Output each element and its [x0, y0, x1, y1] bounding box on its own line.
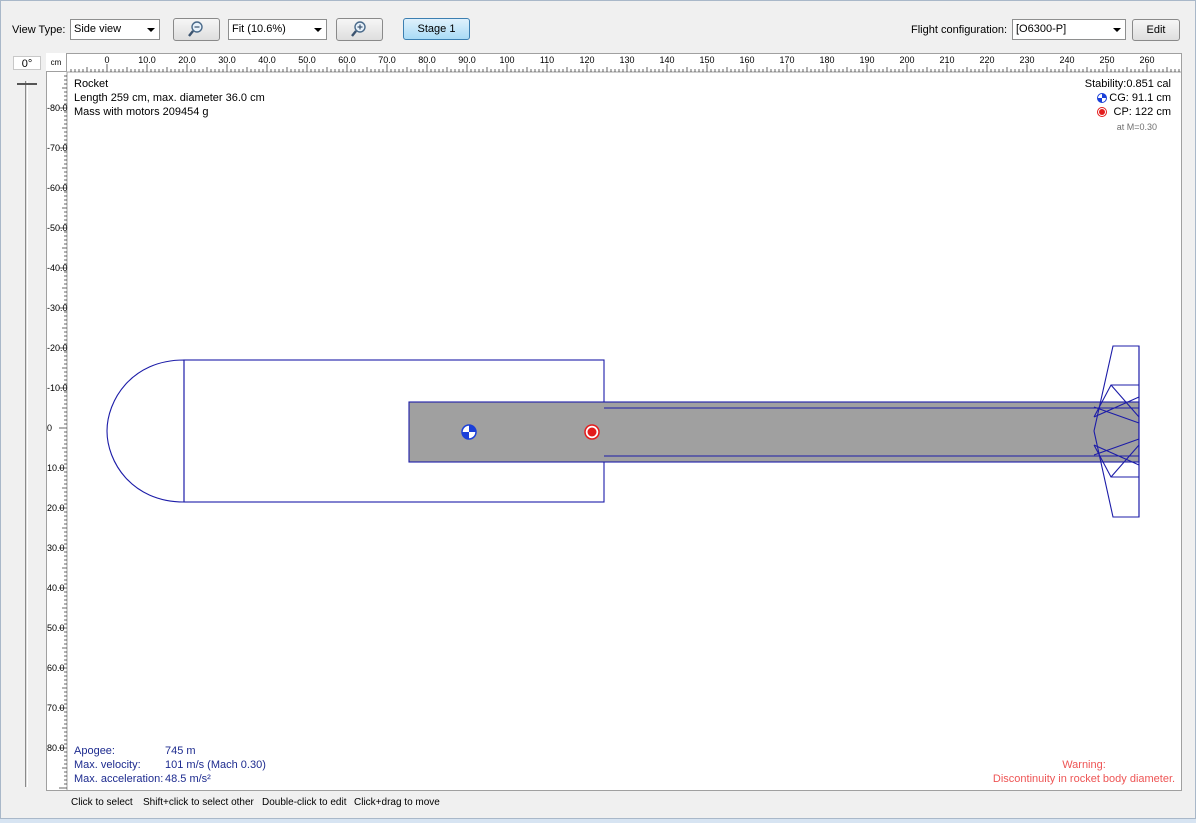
- mach-note: at M=0.30: [1116, 122, 1157, 132]
- cp-value: CP: 122 cm: [1113, 106, 1171, 118]
- rocket-length: Length 259 cm, max. diameter 36.0 cm: [74, 92, 265, 104]
- magnifier-minus-icon: [188, 21, 203, 37]
- hint-click-select: Click to select: [71, 797, 133, 808]
- view-type-select[interactable]: Side view: [70, 19, 160, 40]
- rocket-mass: Mass with motors 209454 g: [74, 106, 209, 118]
- velocity-value: 101 m/s (Mach 0.30): [165, 759, 266, 771]
- warning-title: Warning:: [1062, 759, 1106, 771]
- cg-value: CG: 91.1 cm: [1109, 92, 1171, 104]
- rocket-figure-canvas[interactable]: [46, 53, 1182, 791]
- zoom-select[interactable]: Fit (10.6%): [228, 19, 327, 40]
- rotation-slider-track[interactable]: [25, 81, 28, 787]
- rotation-slider-handle[interactable]: [17, 77, 37, 85]
- stability-value: Stability:0.851 cal: [1084, 78, 1171, 90]
- rotation-angle-readout: 0°: [13, 56, 41, 70]
- magnifier-plus-icon: [351, 21, 366, 37]
- flight-config-value: [O6300-P]: [1016, 23, 1067, 35]
- apogee-label: Apogee:: [74, 745, 115, 757]
- view-type-value: Side view: [74, 23, 122, 35]
- acceleration-value: 48.5 m/s²: [165, 773, 211, 785]
- view-type-label: View Type:: [12, 24, 66, 36]
- acceleration-label: Max. acceleration:: [74, 773, 164, 785]
- main-window: View Type: Side view Fit (10.6%) Stage 1…: [0, 0, 1196, 819]
- hint-double-click: Double-click to edit: [262, 797, 347, 808]
- flight-config-select[interactable]: [O6300-P]: [1012, 19, 1126, 40]
- hint-shift-click: Shift+click to select other: [143, 797, 254, 808]
- ruler-unit: cm: [46, 53, 67, 72]
- zoom-out-button[interactable]: [173, 18, 220, 41]
- rocket-name: Rocket: [74, 78, 109, 90]
- chevron-down-icon: [314, 28, 322, 32]
- velocity-label: Max. velocity:: [74, 759, 141, 771]
- warning-message: Discontinuity in rocket body diameter.: [992, 773, 1176, 785]
- hint-click-drag: Click+drag to move: [354, 797, 440, 808]
- zoom-value: Fit (10.6%): [232, 23, 286, 35]
- stage-1-toggle[interactable]: Stage 1: [403, 18, 470, 40]
- chevron-down-icon: [1113, 28, 1121, 32]
- zoom-in-button[interactable]: [336, 18, 383, 41]
- flight-config-label: Flight configuration:: [911, 24, 1007, 36]
- edit-button[interactable]: Edit: [1132, 19, 1180, 41]
- chevron-down-icon: [147, 28, 155, 32]
- apogee-value: 745 m: [165, 745, 196, 757]
